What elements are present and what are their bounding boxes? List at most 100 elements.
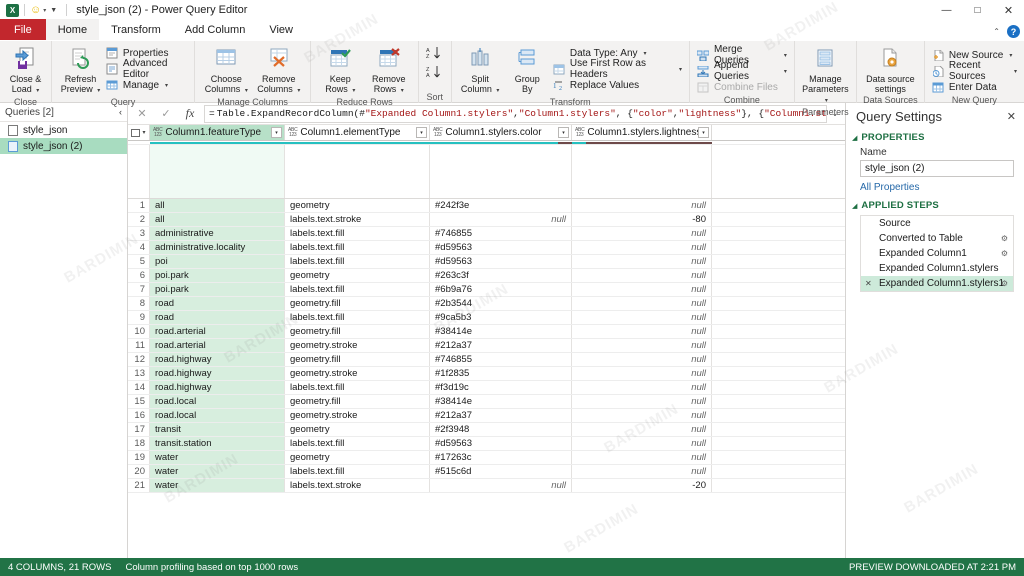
cell-stylers-color[interactable]: #2b3544	[430, 297, 572, 310]
cell-elementtype[interactable]: geometry	[285, 451, 430, 464]
data-type-dropdown-icon[interactable]: ▾	[644, 50, 647, 57]
cell-elementtype[interactable]: labels.text.fill	[285, 241, 430, 254]
applied-step-item[interactable]: Converted to Table ⚙	[861, 231, 1013, 246]
cell-stylers-lightness[interactable]: null	[572, 227, 712, 240]
cell-featuretype[interactable]: administrative.locality	[150, 241, 285, 254]
cell-stylers-color[interactable]: #f3d19c	[430, 381, 572, 394]
cell-stylers-color[interactable]: #746855	[430, 227, 572, 240]
cell-elementtype[interactable]: geometry.stroke	[285, 409, 430, 422]
cell-featuretype[interactable]: road.local	[150, 409, 285, 422]
cell-featuretype[interactable]: road.local	[150, 395, 285, 408]
cell-stylers-color[interactable]: #746855	[430, 353, 572, 366]
applied-steps-section-header[interactable]: ◢ APPLIED STEPS	[846, 197, 1024, 213]
cell-stylers-lightness[interactable]: null	[572, 353, 712, 366]
column-header-stylers-lightness[interactable]: ABC 123 Column1.stylers.lightness ▾	[572, 125, 712, 140]
cell-stylers-color[interactable]: #38414e	[430, 325, 572, 338]
new-source-dropdown-icon[interactable]: ▾	[1009, 52, 1012, 59]
cell-elementtype[interactable]: geometry.fill	[285, 395, 430, 408]
tab-file[interactable]: File	[0, 19, 46, 40]
cell-featuretype[interactable]: road	[150, 297, 285, 310]
column-filter-button[interactable]: ▾	[558, 127, 569, 138]
tab-view[interactable]: View	[257, 19, 305, 40]
table-row[interactable]: 2 all labels.text.stroke null -80	[128, 213, 845, 227]
cell-stylers-color[interactable]: #d59563	[430, 437, 572, 450]
close-button[interactable]: ✕	[993, 0, 1024, 20]
cell-stylers-lightness[interactable]: null	[572, 269, 712, 282]
sort-descending-button[interactable]: Z A	[426, 65, 443, 82]
tab-transform[interactable]: Transform	[99, 19, 173, 40]
select-all-corner[interactable]: ▾	[128, 125, 150, 140]
cell-stylers-color[interactable]: #38414e	[430, 395, 572, 408]
remove-columns-button[interactable]: Remove Columns ▾	[253, 44, 306, 96]
column-header-stylers-color[interactable]: ABC 123 Column1.stylers.color ▾	[430, 125, 572, 140]
all-properties-link[interactable]: All Properties	[846, 177, 1024, 197]
cell-stylers-lightness[interactable]: null	[572, 255, 712, 268]
data-source-settings-button[interactable]: Data source settings	[862, 44, 919, 94]
cell-stylers-color[interactable]: #9ca5b3	[430, 311, 572, 324]
keep-rows-button[interactable]: Keep Rows ▾	[316, 44, 365, 96]
cell-featuretype[interactable]: road.arterial	[150, 325, 285, 338]
cell-stylers-lightness[interactable]: null	[572, 437, 712, 450]
cell-elementtype[interactable]: geometry.fill	[285, 297, 430, 310]
table-row[interactable]: 13 road.highway geometry.stroke #1f2835 null	[128, 367, 845, 381]
cell-stylers-color[interactable]: #17263c	[430, 451, 572, 464]
cell-featuretype[interactable]: administrative	[150, 227, 285, 240]
cell-stylers-lightness[interactable]: -80	[572, 213, 712, 226]
cell-featuretype[interactable]: road.arterial	[150, 339, 285, 352]
cell-elementtype[interactable]: geometry	[285, 199, 430, 212]
enter-data-button[interactable]: Enter Data	[930, 80, 1019, 94]
cell-elementtype[interactable]: geometry.fill	[285, 353, 430, 366]
properties-section-header[interactable]: ◢ PROPERTIES	[846, 129, 1024, 145]
table-row[interactable]: 5 poi labels.text.fill #d59563 null	[128, 255, 845, 269]
applied-step-item[interactable]: ✕ Expanded Column1.stylers1 ⚙	[861, 276, 1013, 291]
cell-featuretype[interactable]: transit	[150, 423, 285, 436]
table-row[interactable]: 17 transit geometry #2f3948 null	[128, 423, 845, 437]
cell-stylers-color[interactable]: #d59563	[430, 241, 572, 254]
tab-add-column[interactable]: Add Column	[173, 19, 258, 40]
cell-stylers-lightness[interactable]: null	[572, 423, 712, 436]
cell-featuretype[interactable]: water	[150, 479, 285, 492]
cell-stylers-color[interactable]: null	[430, 479, 572, 492]
cell-featuretype[interactable]: poi.park	[150, 269, 285, 282]
table-row[interactable]: 3 administrative labels.text.fill #746855 nu…	[128, 227, 845, 241]
use-first-row-as-headers-button[interactable]: Use First Row as Headers ▾	[551, 58, 684, 80]
cell-stylers-color[interactable]: null	[430, 213, 572, 226]
cell-featuretype[interactable]: poi	[150, 255, 285, 268]
cell-stylers-lightness[interactable]: null	[572, 381, 712, 394]
table-row[interactable]: 9 road labels.text.fill #9ca5b3 null	[128, 311, 845, 325]
cell-elementtype[interactable]: labels.text.fill	[285, 283, 430, 296]
quick-access-dropdown-icon[interactable]: ▼	[50, 7, 57, 14]
first-row-headers-dropdown-icon[interactable]: ▾	[679, 66, 682, 73]
column-profiling-note[interactable]: Column profiling based on top 1000 rows	[125, 562, 298, 573]
split-column-button[interactable]: Split Column ▾	[457, 44, 504, 96]
table-row[interactable]: 1 all geometry #242f3e null	[128, 199, 845, 213]
query-item-style-json-2[interactable]: style_json (2)	[0, 138, 127, 154]
cell-featuretype[interactable]: water	[150, 451, 285, 464]
cell-stylers-color[interactable]: #515c6d	[430, 465, 572, 478]
refresh-preview-button[interactable]: Refresh Preview ▾	[57, 44, 104, 96]
cell-elementtype[interactable]: labels.text.fill	[285, 311, 430, 324]
cell-stylers-lightness[interactable]: null	[572, 409, 712, 422]
query-item-style-json[interactable]: style_json	[0, 122, 127, 138]
cell-stylers-lightness[interactable]: null	[572, 297, 712, 310]
cell-featuretype[interactable]: road.highway	[150, 353, 285, 366]
query-name-input[interactable]: style_json (2)	[860, 160, 1014, 177]
cell-stylers-color[interactable]: #d59563	[430, 255, 572, 268]
cell-stylers-color[interactable]: #212a37	[430, 339, 572, 352]
cell-featuretype[interactable]: all	[150, 199, 285, 212]
cell-stylers-lightness[interactable]: null	[572, 199, 712, 212]
feedback-smiley-icon[interactable]: ☺	[30, 4, 41, 16]
cell-featuretype[interactable]: all	[150, 213, 285, 226]
applied-step-item[interactable]: Expanded Column1 ⚙	[861, 246, 1013, 261]
help-icon[interactable]: ?	[1007, 25, 1020, 38]
cell-featuretype[interactable]: water	[150, 465, 285, 478]
merge-queries-dropdown-icon[interactable]: ▾	[784, 52, 787, 59]
cell-elementtype[interactable]: labels.text.fill	[285, 227, 430, 240]
cell-elementtype[interactable]: labels.text.fill	[285, 465, 430, 478]
cell-featuretype[interactable]: road	[150, 311, 285, 324]
manage-dropdown-icon[interactable]: ▾	[165, 82, 168, 89]
cell-stylers-color[interactable]: #212a37	[430, 409, 572, 422]
feedback-dropdown-icon[interactable]: ▾	[43, 7, 46, 14]
table-row[interactable]: 15 road.local geometry.fill #38414e null	[128, 395, 845, 409]
applied-step-item[interactable]: Source	[861, 216, 1013, 231]
